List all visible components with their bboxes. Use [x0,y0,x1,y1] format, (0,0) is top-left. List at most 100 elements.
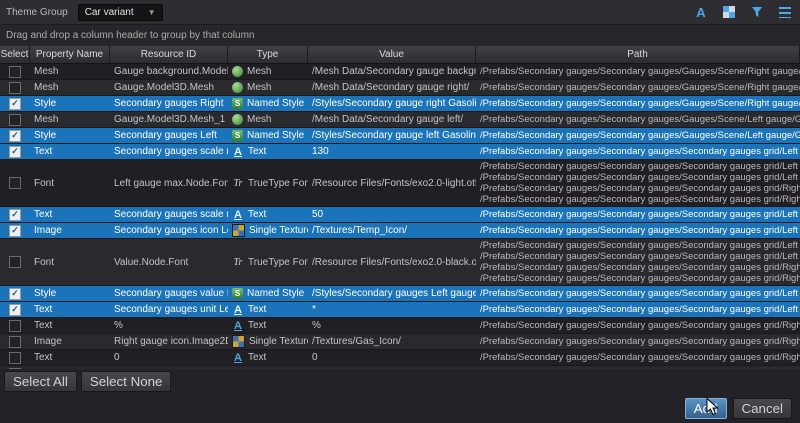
row-checkbox[interactable] [9,177,21,189]
type-label: Mesh [247,82,271,93]
cell-value: 0 [308,350,476,365]
column-header-resource-id[interactable]: Resource ID [110,46,228,63]
cell-path: /Prefabs/Secondary gauges/Secondary gaug… [476,144,800,159]
column-header-select[interactable]: Select [0,46,30,63]
row-checkbox[interactable] [9,146,21,158]
row-checkbox[interactable] [9,114,21,126]
row-checkbox[interactable] [9,336,21,348]
texture-checker-icon[interactable] [720,3,738,21]
row-checkbox[interactable] [9,130,21,142]
path-line: /Prefabs/Secondary gauges/Secondary gaug… [480,146,800,157]
cell-property-name: Style [30,286,110,301]
table-row[interactable]: ImageSecondary gauges icon LeftSingle Te… [0,223,800,239]
path-line: /Prefabs/Secondary gauges/Secondary gaug… [480,66,800,77]
cell-value: /Mesh Data/Secondary gauge background/ [308,64,476,79]
row-checkbox[interactable] [9,256,21,268]
cell-resource-id: Value.Node.Font [110,239,228,285]
table-row[interactable]: MeshGauge.Model3D.MeshMesh/Mesh Data/Sec… [0,80,800,96]
theme-group-dialog: { "header": { "theme_group_label": "Them… [0,0,800,423]
path-line: /Prefabs/Secondary gauges/Secondary gaug… [480,352,800,363]
cell-resource-id: Secondary gauges value Left [110,286,228,301]
table-body: MeshGauge background.Model3D.MeshMesh/Me… [0,64,800,369]
select-all-button[interactable]: Select All [4,371,77,392]
path-line: /Prefabs/Secondary gauges/Secondary gaug… [480,320,800,331]
cell-value: % [308,318,476,333]
table-header: SelectProperty NameResource IDTypeValueP… [0,46,800,64]
row-checkbox[interactable] [9,320,21,332]
menu-icon[interactable] [776,3,794,21]
table-row[interactable]: MeshGauge.Model3D.Mesh_1Mesh/Mesh Data/S… [0,112,800,128]
cell-value: /Mesh Data/Secondary gauge right/ [308,80,476,95]
cell-path: /Prefabs/Secondary gauges/Secondary gaug… [476,112,800,127]
variant-dropdown[interactable]: Car variant ▼ [78,4,163,21]
row-checkbox[interactable] [9,98,21,110]
cell-property-name: Text [30,318,110,333]
filter-icon-glyph [751,6,763,18]
cell-type: Text [228,350,308,365]
type-label: Single Texture [249,336,308,347]
path-line: /Prefabs/Secondary gauges/Secondary gaug… [480,130,800,141]
cell-value: /Textures/Temp_Icon/ [308,223,476,238]
table-row[interactable]: TextSecondary gauges unit LeftText*/Pref… [0,302,800,318]
row-checkbox[interactable] [9,288,21,300]
table-row[interactable]: Text0Text0/Prefabs/Secondary gauges/Seco… [0,350,800,366]
type-label: Text [248,209,266,220]
cell-path: /Prefabs/Secondary gauges/Secondary gaug… [476,80,800,95]
text-icon [232,352,244,364]
table-row[interactable]: MeshGauge background.Model3D.MeshMesh/Me… [0,64,800,80]
style-icon [232,130,243,141]
row-checkbox[interactable] [9,304,21,316]
table-row[interactable]: StyleSecondary gauges RightNamed Style/S… [0,96,800,112]
cell-select [0,318,30,333]
row-checkbox[interactable] [9,82,21,94]
type-label: Named Style [247,130,304,141]
column-header-type[interactable]: Type [228,46,308,63]
cell-property-name: Style [30,96,110,111]
font-color-icon[interactable] [692,3,710,21]
row-checkbox[interactable] [9,352,21,364]
path-line: /Prefabs/Secondary gauges/Secondary gaug… [480,288,800,299]
type-label: Mesh [247,114,271,125]
cell-type: Text [228,302,308,317]
cell-select [0,112,30,127]
table-row[interactable]: StyleSecondary gauges value LeftNamed St… [0,286,800,302]
cell-property-name: Text [30,207,110,222]
texture-icon [232,224,245,237]
path-line: /Prefabs/Secondary gauges/Secondary gaug… [480,114,800,125]
table-row[interactable]: FontLeft gauge max.Node.FontTrueType Fon… [0,160,800,207]
column-header-value[interactable]: Value [308,46,476,63]
cell-property-name: Text [30,144,110,159]
table-row[interactable]: TextSecondary gauges scale min LeftText5… [0,207,800,223]
cell-select [0,128,30,143]
cell-resource-id: Right gauge icon.Image2D.Image [110,334,228,349]
column-header-property-name[interactable]: Property Name [30,46,110,63]
filter-icon[interactable] [748,3,766,21]
table-row[interactable]: Text%Text%/Prefabs/Secondary gauges/Seco… [0,318,800,334]
row-checkbox[interactable] [9,66,21,78]
select-none-button[interactable]: Select None [81,371,172,392]
cell-value: * [308,302,476,317]
theme-group-label: Theme Group [6,7,68,18]
table-row[interactable]: StyleSecondary gauges LeftNamed Style/St… [0,128,800,144]
table-row[interactable]: ImageRight gauge icon.Image2D.ImageSingl… [0,334,800,350]
table-row[interactable]: FontValue.Node.FontTrueType Font/Resourc… [0,239,800,286]
cell-type: Mesh [228,80,308,95]
row-checkbox[interactable] [9,209,21,221]
cell-property-name: Mesh [30,64,110,79]
cancel-button[interactable]: Cancel [733,398,793,419]
row-checkbox[interactable] [9,225,21,237]
table-row[interactable]: TextSecondary gauges scale max LeftText1… [0,144,800,160]
group-by-bar[interactable]: Drag and drop a column header to group b… [0,25,800,46]
cell-select [0,350,30,365]
cell-select [0,334,30,349]
path-line: /Prefabs/Secondary gauges/Secondary gaug… [480,161,800,172]
cell-select [0,96,30,111]
cell-type: TrueType Font [228,160,308,206]
path-line: /Prefabs/Secondary gauges/Secondary gaug… [480,262,800,273]
column-header-path[interactable]: Path [476,46,800,63]
cell-path: /Prefabs/Secondary gauges/Secondary gaug… [476,318,800,333]
cell-resource-id: Gauge.Model3D.Mesh [110,80,228,95]
path-line: /Prefabs/Secondary gauges/Secondary gaug… [480,336,800,347]
add-button[interactable]: Add [685,398,727,419]
cell-path: /Prefabs/Secondary gauges/Secondary gaug… [476,239,800,285]
